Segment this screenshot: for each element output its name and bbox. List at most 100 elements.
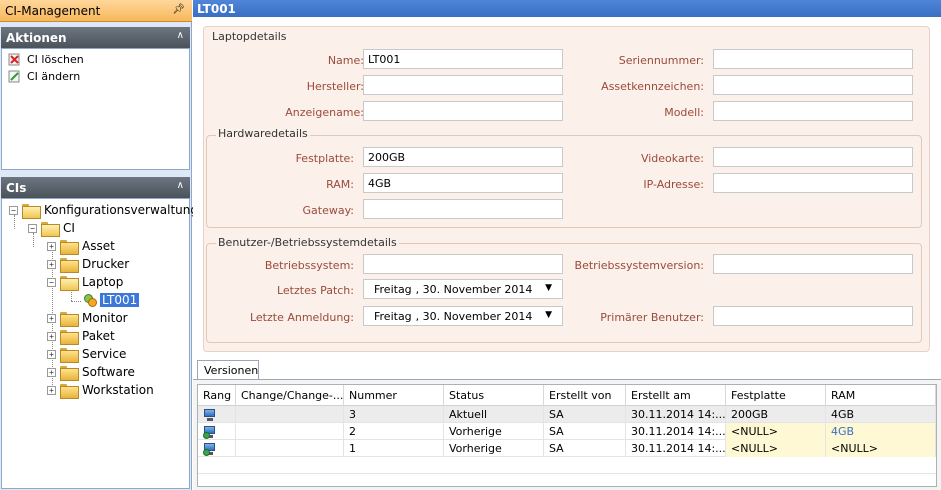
page-title: LT001 [197,1,236,16]
empty-row [198,457,936,474]
videokarte-label: Videokarte: [640,152,704,165]
ram-cell: <NULL> [826,440,936,457]
name-field[interactable]: LT001 [363,49,563,69]
status-cell: Aktuell [444,406,544,423]
rang-cell [198,440,236,457]
ram-field[interactable]: 4GB [363,173,563,193]
table-row[interactable]: 1 Vorherige SA 30.11.2014 14:... <NULL> … [198,440,936,457]
expand-node-icon[interactable]: + [47,259,56,269]
anmeldung-day: Freitag [374,309,412,323]
expand-node-icon[interactable]: + [47,241,56,251]
collapse-node-icon[interactable]: − [28,223,37,233]
dropdown-arrow-icon[interactable]: ▼ [545,310,552,320]
festplatte-cell: <NULL> [726,423,826,440]
ci-form: Laptopdetails Name: LT001 Seriennummer: … [203,26,930,352]
betriebssystem-field[interactable] [363,254,563,274]
edit-ci-action[interactable]: CI ändern [2,68,189,85]
tree-node-paket[interactable]: + Paket [47,327,115,345]
folder-open-icon [41,221,60,237]
tab-versionen-label: Versionen [204,363,259,377]
nummer-cell: 1 [344,440,444,457]
column-header-erstellt-am[interactable]: Erstellt am [626,385,726,406]
tree-label: Paket [82,329,115,343]
primaerer-benutzer-field[interactable] [713,306,913,326]
expand-node-icon[interactable]: + [47,349,56,359]
versions-grid: Rang Change/Change-... Nummer Status Ers… [197,384,937,487]
ip-field[interactable] [713,173,913,193]
table-row[interactable]: 3 Aktuell SA 30.11.2014 14:... 200GB 4GB [198,406,936,423]
tree-node-asset[interactable]: + Asset [47,237,115,255]
hersteller-field[interactable] [363,75,563,95]
erstellt-von-cell: SA [544,406,626,423]
collapse-node-icon[interactable]: − [9,205,18,215]
seriennummer-field[interactable] [713,49,913,69]
anmeldung-date: , 30. November 2014 [415,309,533,323]
tree-node-lt001[interactable]: LT001 [82,291,140,309]
primaerer-benutzer-label: Primärer Benutzer: [600,311,704,324]
tab-versionen[interactable]: Versionen [197,360,259,379]
edit-ci-label: CI ändern [27,70,81,83]
ram-label: RAM: [326,178,354,191]
change-cell [236,423,344,440]
pin-icon[interactable]: 📌︎ [172,4,185,15]
folder-icon [60,257,79,273]
tree-label: Service [82,347,127,361]
nummer-cell: 2 [344,423,444,440]
column-header-festplatte[interactable]: Festplatte [726,385,826,406]
modell-field[interactable] [713,101,913,121]
expand-node-icon[interactable]: + [47,367,56,377]
delete-ci-action[interactable]: CI löschen [2,51,189,68]
folder-icon [60,311,79,327]
assetkennzeichen-field[interactable] [713,75,913,95]
tree-label: Laptop [82,275,124,289]
tree-node-konfigurationsverwaltung[interactable]: − Konfigurationsverwaltung [9,201,198,219]
dropdown-arrow-icon[interactable]: ▼ [545,283,552,293]
letztes-patch-datepicker[interactable]: Freitag , 30. November 2014 ▼ [363,279,563,299]
column-header-ram[interactable]: RAM [826,385,936,406]
tree-label: Software [82,365,135,379]
expand-node-icon[interactable]: + [47,331,56,341]
collapse-node-icon[interactable]: − [47,277,56,287]
erstellt-von-cell: SA [544,440,626,457]
detail-title-bar: LT001 [193,0,941,17]
letzte-anmeldung-datepicker[interactable]: Freitag , 30. November 2014 ▼ [363,306,563,326]
betriebssystem-label: Betriebssystem: [264,259,354,272]
tree-node-software[interactable]: + Software [47,363,135,381]
tree-label: Konfigurationsverwaltung [44,203,198,217]
folder-icon [60,365,79,381]
tree-label: Drucker [82,257,130,271]
tree-node-drucker[interactable]: + Drucker [47,255,129,273]
change-cell [236,440,344,457]
expand-node-icon[interactable]: + [47,385,56,395]
column-header-rang[interactable]: Rang [198,385,236,406]
actions-header[interactable]: Aktionen ∧ [1,27,190,48]
column-header-status[interactable]: Status [444,385,544,406]
folder-icon [60,329,79,345]
patch-day: Freitag [374,282,412,296]
festplatte-label: Festplatte: [295,152,354,165]
column-header-nummer[interactable]: Nummer [344,385,444,406]
column-header-change[interactable]: Change/Change-... [236,385,344,406]
festplatte-cell: <NULL> [726,440,826,457]
betriebssystemversion-field[interactable] [713,254,913,274]
tree-node-laptop[interactable]: − Laptop [47,273,123,291]
laptop-ci-icon [82,293,98,307]
expand-node-icon[interactable]: + [47,313,56,323]
column-header-erstellt-von[interactable]: Erstellt von [544,385,626,406]
tree-node-service[interactable]: + Service [47,345,126,363]
folder-open-icon [22,203,41,219]
collapse-icon[interactable]: ∧ [177,30,184,41]
ip-label: IP-Adresse: [643,178,704,191]
tree-node-ci[interactable]: − CI [28,219,75,237]
collapse-icon[interactable]: ∧ [177,180,184,191]
anzeigename-field[interactable] [363,101,563,121]
cis-header[interactable]: CIs ∧ [1,177,190,198]
tree-node-monitor[interactable]: + Monitor [47,309,128,327]
table-row[interactable]: 2 Vorherige SA 30.11.2014 14:... <NULL> … [198,423,936,440]
gateway-field[interactable] [363,199,563,219]
videokarte-field[interactable] [713,147,913,167]
hardwaredetails-title: Hardwaredetails [216,127,310,140]
festplatte-field[interactable]: 200GB [363,147,563,167]
name-label: Name: [327,54,364,67]
tree-node-workstation[interactable]: + Workstation [47,381,154,399]
